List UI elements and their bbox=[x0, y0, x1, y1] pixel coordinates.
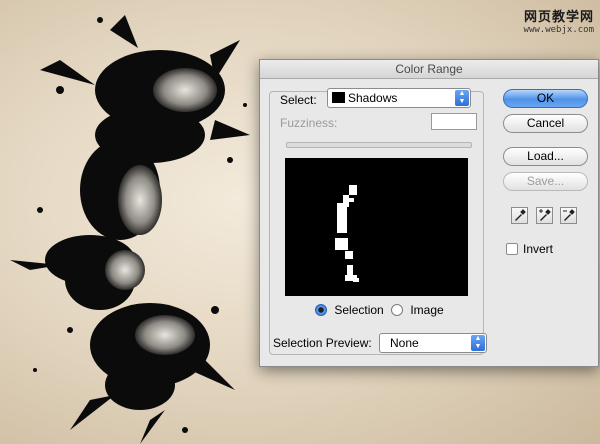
load-button[interactable]: Load... bbox=[503, 147, 588, 166]
select-value: Shadows bbox=[348, 91, 398, 105]
preview-stepper-icon: ▲ ▼ bbox=[471, 335, 485, 351]
color-range-dialog: Color Range Select: Shadows ▲ ▼ Fuzziness… bbox=[259, 59, 599, 367]
radio-image-label: Image bbox=[410, 303, 444, 317]
save-button[interactable]: Save... bbox=[503, 172, 588, 191]
selection-preview-dropdown[interactable]: None ▲ ▼ bbox=[379, 333, 487, 353]
color-swatch bbox=[332, 92, 345, 104]
fuzziness-slider[interactable] bbox=[286, 142, 472, 148]
fuzziness-input[interactable] bbox=[431, 113, 477, 130]
selection-preview-value: None bbox=[390, 336, 419, 350]
select-label: Select: bbox=[280, 93, 317, 107]
select-dropdown[interactable]: Shadows ▲ ▼ bbox=[327, 88, 471, 108]
watermark: 网页教学网 www.webjx.com bbox=[524, 6, 594, 35]
radio-image[interactable] bbox=[391, 304, 403, 316]
fuzziness-label: Fuzziness: bbox=[280, 116, 338, 130]
eyedropper-plus-icon[interactable] bbox=[536, 207, 553, 224]
radio-image-option[interactable]: Image bbox=[391, 303, 448, 317]
watermark-url: www.webjx.com bbox=[523, 25, 594, 35]
cancel-button[interactable]: Cancel bbox=[503, 114, 588, 133]
eyedropper-minus-icon[interactable] bbox=[560, 207, 577, 224]
ok-button[interactable]: OK bbox=[503, 89, 588, 108]
select-stepper-icon: ▲ ▼ bbox=[455, 90, 469, 106]
selection-mask bbox=[335, 185, 359, 282]
eyedropper-icon[interactable] bbox=[511, 207, 528, 224]
invert-checkbox[interactable] bbox=[506, 243, 518, 255]
dialog-title[interactable]: Color Range bbox=[260, 60, 598, 79]
selection-preview-image bbox=[285, 158, 468, 296]
invert-label: Invert bbox=[523, 242, 554, 256]
selection-preview-label: Selection Preview: bbox=[273, 336, 372, 350]
watermark-title: 网页教学网 bbox=[523, 9, 594, 24]
radio-selection-option[interactable]: Selection bbox=[315, 303, 388, 317]
radio-selection-label: Selection bbox=[334, 303, 384, 317]
radio-selection[interactable] bbox=[315, 304, 327, 316]
